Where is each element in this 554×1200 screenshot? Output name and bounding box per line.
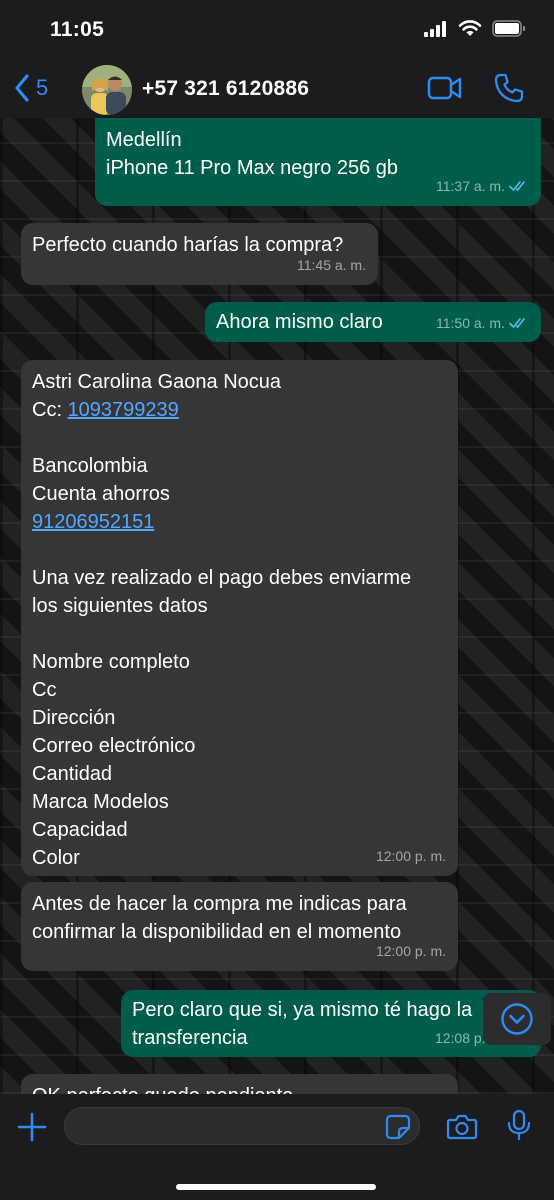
- status-time: 11:05: [50, 18, 105, 41]
- battery-icon: [492, 20, 525, 37]
- microphone-icon: [507, 1109, 531, 1141]
- camera-icon: [446, 1114, 478, 1140]
- required-field: Correo electrónico: [32, 735, 196, 757]
- back-unread-count: 5: [36, 75, 49, 100]
- id-line: Cc: 1093799239: [32, 396, 447, 424]
- message-time: 11:37 a. m.: [435, 178, 505, 194]
- sticker-button[interactable]: [385, 1114, 411, 1145]
- message-meta: 12:09 p. m.: [376, 1086, 446, 1094]
- message-text: Medellín: [106, 129, 182, 151]
- video-call-icon: [427, 76, 462, 100]
- id-label: Cc:: [32, 399, 68, 421]
- required-field: Cc: [32, 679, 57, 701]
- scroll-to-bottom-button[interactable]: [483, 993, 551, 1045]
- account-type: Cuenta ahorros: [32, 483, 170, 505]
- required-field: Cantidad: [32, 763, 113, 785]
- required-field: Dirección: [32, 707, 116, 729]
- message-input[interactable]: [64, 1107, 420, 1145]
- message-meta: 11:50 a. m.: [436, 309, 529, 337]
- plus-icon: [17, 1112, 47, 1142]
- voice-call-button[interactable]: [494, 73, 524, 108]
- bank-name: Bancolombia: [32, 455, 148, 477]
- message-incoming[interactable]: Antes de hacer la compra me indicas para…: [21, 882, 458, 971]
- required-field: Marca Modelos: [32, 791, 169, 813]
- back-button[interactable]: 5: [14, 74, 48, 102]
- id-number-link[interactable]: 1093799239: [68, 399, 179, 421]
- chat-area[interactable]: Medellín iPhone 11 Pro Max negro 256 gb …: [0, 118, 554, 1094]
- wifi-icon: [458, 20, 482, 36]
- home-indicator[interactable]: [176, 1184, 376, 1190]
- message-time: 12:09 p. m.: [376, 1086, 446, 1094]
- read-ticks-icon: [509, 181, 525, 192]
- required-field: Nombre completo: [32, 651, 190, 673]
- message-outgoing[interactable]: Medellín iPhone 11 Pro Max negro 256 gb …: [95, 118, 541, 206]
- message-text: Pero claro que si, ya mismo té hago la: [132, 999, 473, 1021]
- status-icons: [424, 20, 526, 37]
- avatar[interactable]: [82, 65, 132, 115]
- message-meta: 12:00 p. m.: [376, 937, 446, 965]
- message-time: 11:45 a. m.: [296, 257, 366, 273]
- message-time: 12:00 p. m.: [375, 848, 446, 864]
- message-text: Antes de hacer la compra me indicas para: [32, 893, 407, 915]
- message-outgoing[interactable]: Ahora mismo claro 11:50 a. m.: [205, 302, 541, 342]
- account-number-link[interactable]: 91206952151: [32, 508, 447, 536]
- message-outgoing[interactable]: Pero claro que si, ya mismo té hago la t…: [121, 990, 541, 1057]
- message-incoming[interactable]: OK perfecto quedo pendiente 12:09 p. m.: [21, 1074, 458, 1094]
- message-time: 12:00 p. m.: [375, 943, 446, 959]
- camera-button[interactable]: [446, 1113, 478, 1146]
- video-call-button[interactable]: [427, 76, 463, 105]
- status-bar: 11:05: [0, 0, 554, 60]
- read-ticks-icon: [509, 318, 525, 329]
- message-meta: 11:45 a. m.: [297, 251, 366, 279]
- message-meta: 11:37 a. m.: [436, 172, 529, 200]
- message-time: 11:50 a. m.: [435, 315, 505, 331]
- attach-button[interactable]: [17, 1112, 47, 1147]
- voice-message-button[interactable]: [506, 1109, 532, 1146]
- account-holder-name: Astri Carolina Gaona Nocua: [32, 371, 282, 393]
- message-incoming[interactable]: Perfecto cuando harías la compra? 11:45 …: [21, 223, 378, 285]
- chat-header: 5 +57 321 6120886: [0, 60, 554, 119]
- message-meta: 12:00 p. m.: [376, 842, 446, 870]
- back-chevron-icon: [15, 74, 29, 102]
- scroll-down-icon: [501, 1003, 533, 1035]
- instructions-line: Una vez realizado el pago debes enviarme: [32, 567, 412, 589]
- signal-icon: [424, 20, 446, 37]
- message-incoming[interactable]: Astri Carolina Gaona Nocua Cc: 109379923…: [21, 360, 458, 876]
- required-field: Capacidad: [32, 819, 128, 841]
- contact-name[interactable]: +57 321 6120886: [142, 77, 309, 101]
- phone-icon: [494, 73, 524, 103]
- sticker-icon: [385, 1114, 411, 1140]
- instructions-line: los siguientes datos: [32, 595, 208, 617]
